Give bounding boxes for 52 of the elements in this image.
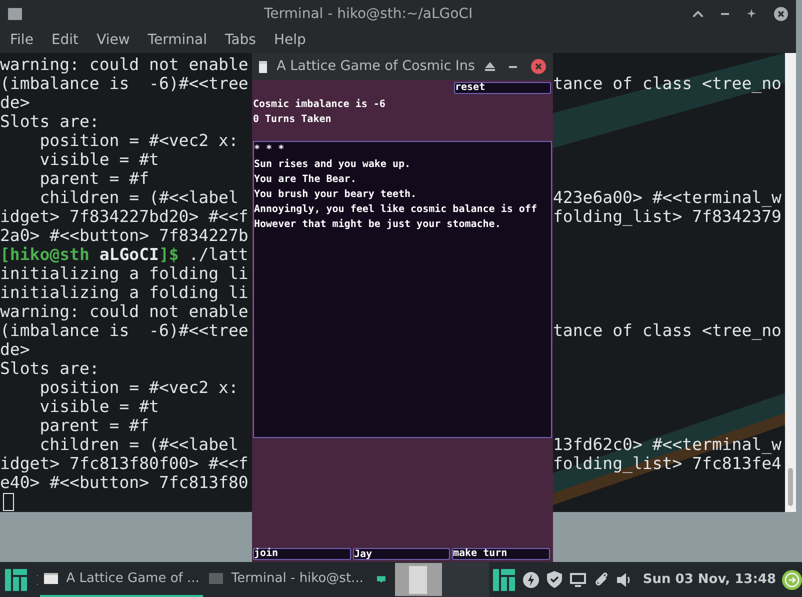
menu-item[interactable]: Tabs [224, 30, 256, 50]
terminal-line: warning: could not enable [0, 55, 248, 74]
menu-item[interactable]: View [96, 30, 130, 50]
terminal-line: children = (#<<label [38, 435, 238, 454]
log-line: You are The Bear. [254, 173, 358, 187]
status-text: 0 Turns Taken [253, 113, 332, 127]
terminal-line: 2a0> #<<button> 7f834227b [0, 226, 248, 245]
name-field[interactable]: Jay [353, 548, 450, 560]
log-line: * * * [254, 143, 286, 157]
task-button[interactable]: A Lattice Game of ... [40, 562, 204, 597]
terminal-line: 13fd62c0> #<<terminal_w [553, 435, 782, 454]
log-line: Sun rises and you wake up. [254, 158, 412, 172]
terminal-line: idget> 7fc813f80f00> #<<f [0, 454, 248, 473]
terminal-line: 423e6a00> #<<terminal_w [553, 188, 782, 207]
menu-item[interactable]: Edit [51, 30, 79, 50]
terminal-line: warning: could not enable [0, 302, 248, 321]
terminal-line: children = (#<<label [38, 188, 238, 207]
terminal-line: initializing a folding li [0, 283, 248, 302]
terminal-line: (imbalance is -6)#<<tree [0, 321, 248, 340]
prompt-line: [hiko@sth aLGoCI]$ ./latt [0, 245, 248, 264]
terminal-line: idget> 7f834227bd20> #<<f [0, 207, 248, 226]
terminal-line: folding_list> 7fc813fe4 [553, 454, 782, 473]
terminal-line: initializing a folding li [0, 264, 248, 283]
reset-button[interactable]: reset [454, 82, 551, 94]
terminal-line: (imbalance is -6)#<<tree [0, 74, 248, 93]
terminal-line: Slots are: [0, 112, 100, 131]
terminal-line: de> [0, 340, 30, 359]
status-text: Cosmic imbalance is -6 [253, 98, 386, 112]
window-title: Terminal - hiko@sth:~/aLGoCI [264, 5, 473, 24]
terminal-line: visible = #t [38, 397, 159, 416]
menu-item[interactable]: Terminal [148, 30, 207, 50]
log-line: However that might be just your stomache. [254, 218, 502, 232]
action-button[interactable]: join [253, 548, 351, 560]
terminal-line: tance of class <tree_no [553, 321, 782, 340]
action-button[interactable]: make turn [452, 548, 550, 560]
clock[interactable]: Sun 03 Nov, 13:48 [642, 570, 776, 590]
menu-item[interactable]: Help [274, 30, 306, 50]
log-line: You brush your beary teeth. [254, 188, 418, 202]
log-line: Annoyingly, you feel like cosmic balance is off [254, 202, 538, 217]
terminal-line: tance of class <tree_no [553, 74, 782, 93]
terminal-line: parent = #f [38, 169, 150, 188]
terminal-line: parent = #f [38, 416, 150, 435]
window-title: A Lattice Game of Cosmic Ins [276, 57, 475, 76]
task-button[interactable]: Terminal - hiko@st... [205, 562, 368, 597]
terminal-line: Slots are: [0, 359, 100, 378]
menu-item[interactable]: File [10, 30, 34, 50]
terminal-line: visible = #t [38, 150, 159, 169]
terminal-line: folding_list> 7f8342379 [553, 207, 782, 226]
terminal-line: position = #<vec2 x: [38, 378, 238, 397]
terminal-line: position = #<vec2 x: [38, 131, 238, 150]
terminal-line: e40> #<<button> 7fc813f80 [0, 473, 248, 492]
terminal-line: de> [0, 93, 30, 112]
